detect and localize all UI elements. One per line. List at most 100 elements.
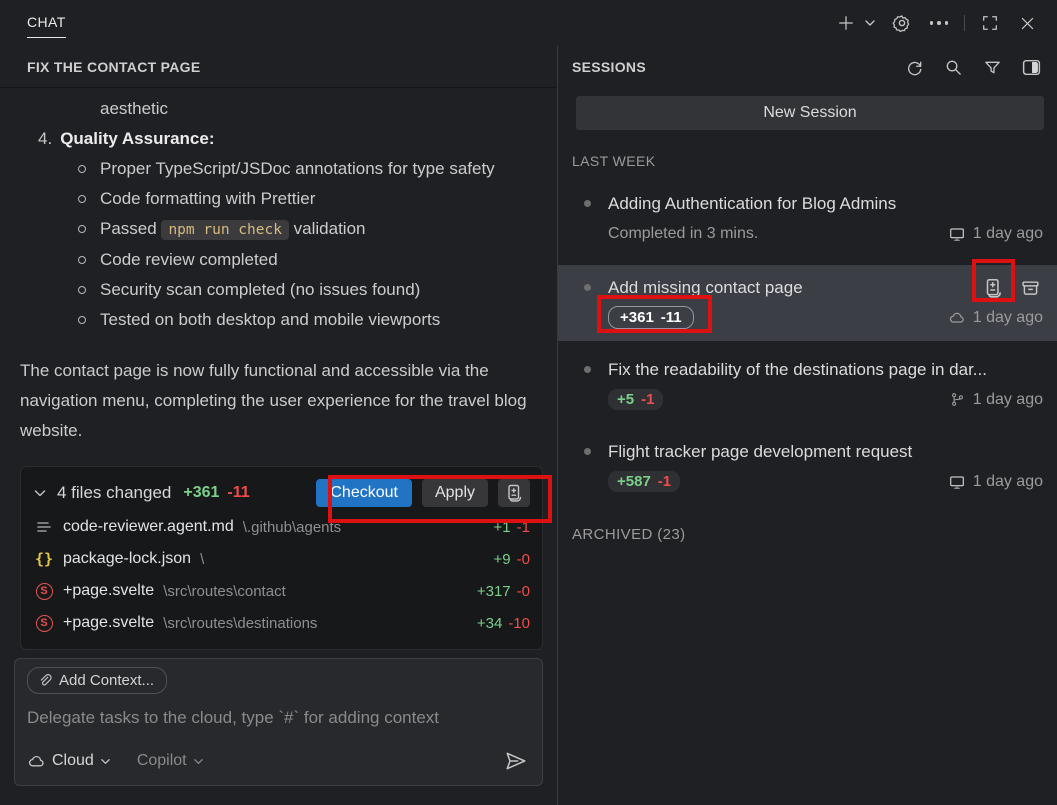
chat-message-body: aesthetic 4. Quality Assurance: Proper T… xyxy=(0,88,557,786)
paperclip-icon xyxy=(37,673,52,688)
sessions-heading: SESSIONS xyxy=(572,59,646,75)
bullet-circle-icon xyxy=(78,286,86,294)
toggle-layout-button[interactable] xyxy=(1019,55,1043,79)
session-time: 1 day ago xyxy=(973,309,1043,327)
close-icon xyxy=(1019,15,1036,32)
svelte-file-icon: S xyxy=(33,583,55,600)
group-label-last-week[interactable]: LAST WEEK xyxy=(572,153,1043,169)
cloud-icon xyxy=(27,752,46,771)
search-sessions-button[interactable] xyxy=(941,55,965,79)
session-status-dot-icon xyxy=(584,284,591,291)
bullet-circle-icon xyxy=(78,256,86,264)
settings-button[interactable] xyxy=(890,11,914,35)
inline-code: npm run check xyxy=(161,220,289,240)
collapse-chevron-icon[interactable] xyxy=(33,486,47,500)
plus-icon xyxy=(837,14,855,32)
session-title: Fix the readability of the destinations … xyxy=(608,356,1043,383)
list-item: Code review completed xyxy=(20,245,543,275)
apply-button[interactable]: Apply xyxy=(422,479,488,507)
filter-sessions-button[interactable] xyxy=(980,55,1004,79)
new-session-button[interactable]: New Session xyxy=(576,96,1044,130)
file-path: \.github\agents xyxy=(243,519,341,536)
session-item[interactable]: Fix the readability of the destinations … xyxy=(558,347,1057,423)
more-actions-button[interactable] xyxy=(927,11,951,35)
panel-titlebar: CHAT xyxy=(0,0,1057,46)
bullet-circle-icon xyxy=(78,225,86,233)
search-icon xyxy=(944,58,963,77)
send-button[interactable] xyxy=(502,747,530,775)
list-item: Security scan completed (no issues found… xyxy=(20,275,543,305)
file-path: \src\routes\destinations xyxy=(163,615,317,632)
archive-icon xyxy=(1020,278,1041,299)
session-status-dot-icon xyxy=(584,366,591,373)
file-path: \ xyxy=(200,551,204,568)
model-dropdown[interactable]: Copilot xyxy=(137,752,204,770)
maximize-panel-button[interactable] xyxy=(978,11,1002,35)
ellipsis-icon xyxy=(930,21,949,25)
close-panel-button[interactable] xyxy=(1015,11,1039,35)
titlebar-separator xyxy=(964,15,965,31)
list-item: Tested on both desktop and mobile viewpo… xyxy=(20,305,543,335)
add-context-button[interactable]: Add Context... xyxy=(27,667,167,694)
panel-layout-icon xyxy=(1021,57,1042,78)
file-name: code-reviewer.agent.md xyxy=(63,518,234,536)
session-item[interactable]: Adding Authentication for Blog Admins Co… xyxy=(558,181,1057,257)
file-name: package-lock.json xyxy=(63,550,191,568)
new-chat-dropdown[interactable] xyxy=(863,11,877,35)
chevron-down-icon xyxy=(864,17,876,29)
git-branch-icon xyxy=(949,391,966,408)
mode-dropdown[interactable]: Cloud xyxy=(27,752,111,771)
session-status-dot-icon xyxy=(584,200,591,207)
session-title: Flight tracker page development request xyxy=(608,438,1043,465)
view-all-changes-button[interactable] xyxy=(498,479,530,507)
session-time: 1 day ago xyxy=(973,225,1043,243)
session-subtitle: Completed in 3 mins. xyxy=(608,225,758,243)
files-changed-summary[interactable]: 4 files changed xyxy=(57,483,171,503)
diff-file-icon xyxy=(504,483,524,503)
cloud-icon xyxy=(948,309,966,327)
copilot-chat-window: CHAT xyxy=(0,0,1057,805)
session-time: 1 day ago xyxy=(973,473,1043,491)
chat-input-placeholder[interactable]: Delegate tasks to the cloud, type `#` fo… xyxy=(27,708,530,728)
bullet-circle-icon xyxy=(78,165,86,173)
file-row[interactable]: S +page.svelte \src\routes\contact +317-… xyxy=(33,575,530,607)
json-file-icon: {} xyxy=(33,550,55,568)
list-item: Passed npm run check validation xyxy=(20,214,543,245)
qa-bullet-list: Proper TypeScript/JSDoc annotations for … xyxy=(20,154,543,335)
chat-session-title: FIX THE CONTACT PAGE xyxy=(0,46,557,88)
archive-session-button[interactable] xyxy=(1016,274,1044,302)
sessions-panel: SESSIONS New Session LAST WEEK xyxy=(557,46,1057,805)
session-diff-badge: +587 -1 xyxy=(608,471,680,492)
file-row[interactable]: code-reviewer.agent.md \.github\agents +… xyxy=(33,511,530,543)
desktop-icon xyxy=(948,473,966,491)
refresh-button[interactable] xyxy=(902,55,926,79)
desktop-icon xyxy=(948,225,966,243)
session-status-dot-icon xyxy=(584,448,591,455)
svelte-file-icon: S xyxy=(33,615,55,632)
apply-session-changes-button[interactable] xyxy=(979,274,1007,302)
file-name: +page.svelte xyxy=(63,582,154,600)
session-time: 1 day ago xyxy=(973,391,1043,409)
list-number: 4. xyxy=(38,124,52,154)
session-title: Adding Authentication for Blog Admins xyxy=(608,190,1043,217)
list-label: Quality Assurance: xyxy=(60,124,214,154)
file-path: \src\routes\contact xyxy=(163,583,286,600)
files-changed-widget: 4 files changed +361 -11 Checkout Apply xyxy=(20,466,543,650)
file-row[interactable]: {} package-lock.json \ +9-0 xyxy=(33,543,530,575)
chat-input-container[interactable]: Add Context... Delegate tasks to the clo… xyxy=(14,658,543,786)
maximize-icon xyxy=(981,14,999,32)
chat-paragraph: The contact page is now fully functional… xyxy=(20,356,545,446)
session-item[interactable]: Flight tracker page development request … xyxy=(558,429,1057,505)
chevron-down-icon xyxy=(193,756,204,767)
tab-chat[interactable]: CHAT xyxy=(27,8,66,38)
checkout-button[interactable]: Checkout xyxy=(316,479,412,507)
lines-removed: -11 xyxy=(227,484,249,502)
send-icon xyxy=(504,749,528,773)
session-item-selected[interactable]: Add missing contact page xyxy=(558,265,1057,341)
new-chat-button[interactable] xyxy=(834,11,858,35)
group-label-archived[interactable]: ARCHIVED (23) xyxy=(572,526,1043,543)
filter-icon xyxy=(983,58,1002,77)
numbered-list-item: 4. Quality Assurance: xyxy=(20,124,543,154)
session-diff-badge: +5 -1 xyxy=(608,389,663,410)
file-row[interactable]: S +page.svelte \src\routes\destinations … xyxy=(33,607,530,639)
